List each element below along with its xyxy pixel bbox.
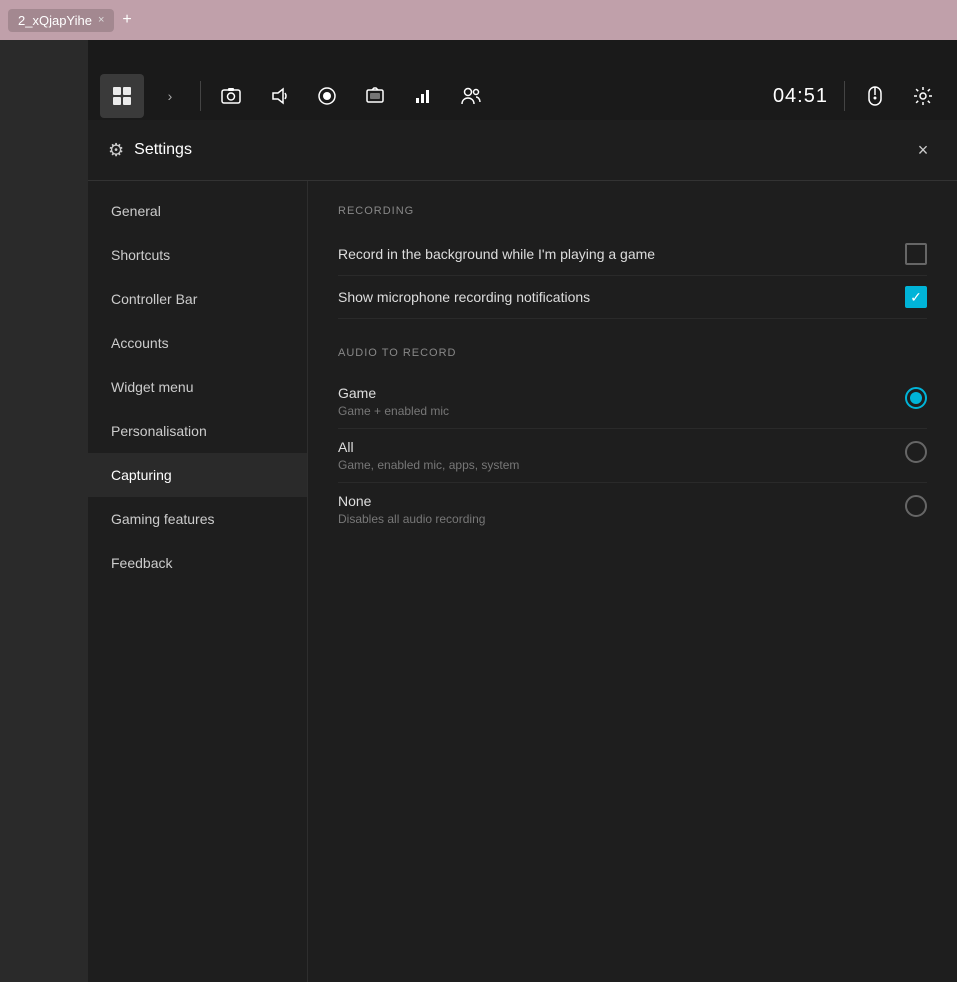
nav-item-general[interactable]: General — [88, 189, 307, 233]
audio-none-subtitle: Disables all audio recording — [338, 512, 905, 526]
camera-widget-button[interactable] — [209, 74, 253, 118]
mic-notifications-checkbox[interactable]: ✓ — [905, 286, 927, 308]
chevron-button[interactable]: › — [148, 74, 192, 118]
recording-section-label: RECORDING — [338, 205, 927, 217]
audio-option-game-text: Game Game + enabled mic — [338, 385, 905, 418]
add-tab-button[interactable]: + — [122, 11, 131, 29]
tab-title: 2_xQjapYihe — [18, 13, 92, 28]
nav-item-capturing[interactable]: Capturing — [88, 453, 307, 497]
gamebar-settings-button[interactable] — [901, 74, 945, 118]
separator — [200, 81, 201, 111]
radio-inner-icon — [910, 392, 922, 404]
audio-option-game: Game Game + enabled mic — [338, 375, 927, 429]
clock-display: 04:51 — [765, 85, 836, 108]
settings-close-button[interactable]: × — [909, 136, 937, 164]
audio-none-title: None — [338, 493, 905, 509]
nav-item-feedback[interactable]: Feedback — [88, 541, 307, 585]
browser-tab[interactable]: 2_xQjapYihe × — [8, 9, 114, 32]
audio-all-title: All — [338, 439, 905, 455]
audio-option-none: None Disables all audio recording — [338, 483, 927, 536]
settings-nav: General Shortcuts Controller Bar Account… — [88, 181, 308, 982]
nav-item-gaming-features[interactable]: Gaming features — [88, 497, 307, 541]
settings-title: Settings — [134, 141, 909, 159]
settings-body: General Shortcuts Controller Bar Account… — [88, 181, 957, 982]
tab-close-icon[interactable]: × — [98, 14, 104, 26]
mouse-button[interactable] — [853, 74, 897, 118]
audio-section-label: AUDIO TO RECORD — [338, 347, 927, 359]
widget-button[interactable] — [100, 74, 144, 118]
audio-all-radio[interactable] — [905, 441, 927, 463]
screenshot-button[interactable] — [353, 74, 397, 118]
settings-header-gear-icon: ⚙ — [108, 140, 124, 161]
settings-modal: ⚙ Settings × General Shortcuts Controlle… — [88, 120, 957, 982]
audio-game-subtitle: Game + enabled mic — [338, 404, 905, 418]
background-record-label: Record in the background while I'm playi… — [338, 246, 655, 262]
background-record-checkbox[interactable] — [905, 243, 927, 265]
nav-item-widget-menu[interactable]: Widget menu — [88, 365, 307, 409]
audio-option-none-text: None Disables all audio recording — [338, 493, 905, 526]
browser-tab-bar: 2_xQjapYihe × + — [0, 0, 957, 40]
settings-content: RECORDING Record in the background while… — [308, 181, 957, 982]
audio-game-title: Game — [338, 385, 905, 401]
audio-option-all-text: All Game, enabled mic, apps, system — [338, 439, 905, 472]
nav-item-personalisation[interactable]: Personalisation — [88, 409, 307, 453]
mic-notifications-row: Show microphone recording notifications … — [338, 276, 927, 319]
separator — [844, 81, 845, 111]
settings-header: ⚙ Settings × — [88, 120, 957, 181]
friends-button[interactable] — [449, 74, 493, 118]
stats-button[interactable] — [401, 74, 445, 118]
nav-item-controller-bar[interactable]: Controller Bar — [88, 277, 307, 321]
audio-section: AUDIO TO RECORD Game Game + enabled mic … — [338, 347, 927, 536]
audio-widget-button[interactable] — [257, 74, 301, 118]
background-record-row: Record in the background while I'm playi… — [338, 233, 927, 276]
app-sidebar — [0, 40, 90, 982]
audio-option-all: All Game, enabled mic, apps, system — [338, 429, 927, 483]
nav-item-accounts[interactable]: Accounts — [88, 321, 307, 365]
audio-none-radio[interactable] — [905, 495, 927, 517]
audio-game-radio[interactable] — [905, 387, 927, 409]
record-button[interactable] — [305, 74, 349, 118]
mic-notifications-label: Show microphone recording notifications — [338, 289, 590, 305]
checkbox-check-icon: ✓ — [910, 290, 922, 304]
nav-item-shortcuts[interactable]: Shortcuts — [88, 233, 307, 277]
audio-all-subtitle: Game, enabled mic, apps, system — [338, 458, 905, 472]
